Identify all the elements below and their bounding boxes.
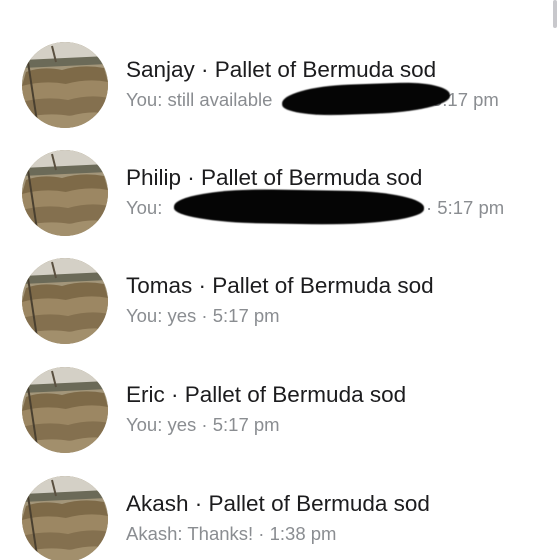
conversation-row[interactable]: Eric · Pallet of Bermuda sod You: yes · … (0, 367, 560, 475)
timestamp: · 5:17 pm (426, 197, 505, 218)
conversation-title: Philip · Pallet of Bermuda sod (126, 165, 423, 190)
conversation-title: Akash · Pallet of Bermuda sod (126, 491, 430, 516)
sod-pallet-photo (22, 476, 108, 560)
avatar (22, 42, 108, 128)
conversation-row-partial[interactable] (0, 0, 560, 18)
sod-pallet-photo (22, 367, 108, 453)
avatar (22, 258, 108, 344)
sod-pallet-photo (22, 150, 108, 236)
conversation-title: Eric · Pallet of Bermuda sod (126, 382, 407, 407)
sod-pallet-photo (22, 258, 108, 344)
avatar (22, 476, 108, 560)
redaction-mark (173, 187, 425, 227)
avatar (22, 150, 108, 236)
conversation-list: Sanjay · Pallet of Bermuda sod You: stil… (0, 0, 560, 560)
scrollbar[interactable] (553, 0, 557, 28)
conversation-preview: Akash: Thanks! · 1:38 pm (126, 523, 337, 544)
avatar (22, 367, 108, 453)
preview-text: You: still available (126, 89, 273, 110)
conversation-title: Sanjay · Pallet of Bermuda sod (126, 57, 437, 82)
conversation-preview: You: yes · 5:17 pm (126, 414, 280, 435)
conversation-preview: You: still available 5:17 pm (126, 81, 540, 117)
conversation-row[interactable]: Sanjay · Pallet of Bermuda sod You: stil… (0, 42, 560, 150)
preview-text: You: (126, 197, 163, 218)
conversation-row[interactable]: Philip · Pallet of Bermuda sod You: · 5:… (0, 150, 560, 258)
conversation-preview: You: yes · 5:17 pm (126, 305, 280, 326)
conversation-preview: You: · 5:17 pm (126, 187, 540, 227)
conversation-title: Tomas · Pallet of Bermuda sod (126, 273, 434, 298)
conversation-row[interactable]: Tomas · Pallet of Bermuda sod You: yes ·… (0, 258, 560, 366)
sod-pallet-photo (22, 42, 108, 128)
redaction-mark (281, 81, 451, 117)
conversation-row[interactable]: Akash · Pallet of Bermuda sod Akash: Tha… (0, 476, 560, 560)
